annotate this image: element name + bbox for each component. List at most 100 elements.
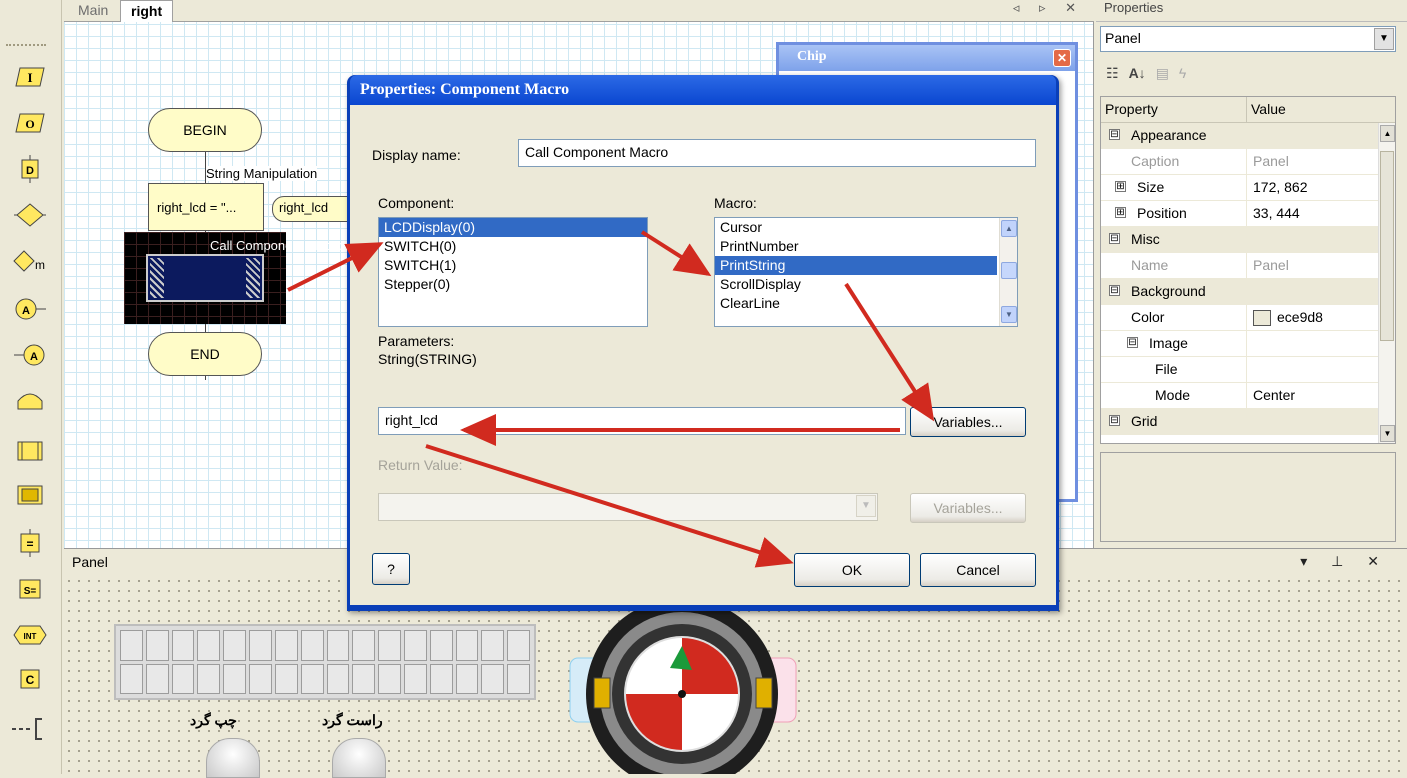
loop-icon[interactable]	[8, 386, 52, 416]
scroll-down-icon[interactable]: ▼	[1380, 425, 1395, 442]
scroll-down-icon[interactable]: ▼	[1001, 306, 1017, 323]
c-code-icon[interactable]: C	[8, 664, 52, 694]
component-list[interactable]: LCDDisplay(0) SWITCH(0) SWITCH(1) Stepper(0…	[378, 217, 648, 327]
macro-list-item[interactable]: ClearLine	[715, 294, 997, 313]
scroll-up-icon[interactable]: ▲	[1380, 125, 1395, 142]
macro-list-item[interactable]: PrintString	[715, 256, 997, 275]
display-name-field[interactable]: Call Component Macro	[518, 139, 1036, 167]
delay-icon[interactable]: D	[8, 154, 52, 184]
svg-text:O: O	[25, 117, 34, 131]
property-row[interactable]: Mode Center	[1101, 383, 1395, 409]
parameter-input[interactable]: right_lcd	[378, 407, 906, 435]
expander-icon[interactable]: ⊞	[1115, 207, 1126, 218]
property-value[interactable]	[1247, 331, 1395, 356]
input-icon[interactable]: I	[8, 62, 52, 92]
string-manipulation-block[interactable]: right_lcd = "...	[148, 183, 264, 231]
help-button[interactable]: ?	[372, 553, 410, 585]
jump-icon[interactable]: A	[8, 340, 52, 370]
property-row[interactable]: ⊟ Image	[1101, 331, 1395, 357]
expander-icon[interactable]: ⊞	[1115, 181, 1126, 192]
output-icon[interactable]: O	[8, 108, 52, 138]
expander-icon[interactable]: ⊟	[1109, 233, 1120, 244]
chip-window-title[interactable]: Chip	[779, 45, 1075, 71]
comment-icon[interactable]	[8, 714, 52, 744]
component-macro-icon[interactable]	[8, 436, 52, 466]
dialog-title[interactable]: Properties: Component Macro	[350, 75, 1056, 105]
property-value[interactable]: Panel	[1247, 149, 1395, 174]
property-value[interactable]: 172, 862	[1247, 175, 1395, 200]
left-switch-button[interactable]	[206, 738, 260, 778]
alphabetical-icon[interactable]: A↓	[1129, 65, 1146, 81]
property-category[interactable]: ⊟ Grid	[1101, 409, 1395, 435]
property-category[interactable]: ⊟ Appearance	[1101, 123, 1395, 149]
property-value[interactable]: 33, 444	[1247, 201, 1395, 226]
expander-icon[interactable]: ⊟	[1109, 285, 1120, 296]
macro-icon[interactable]	[8, 480, 52, 510]
end-terminal[interactable]: END	[148, 332, 262, 376]
property-value[interactable]	[1247, 357, 1395, 382]
property-row[interactable]: ⊞ Size 172, 862	[1101, 175, 1395, 201]
categorized-icon[interactable]: ☷	[1106, 65, 1119, 82]
property-row[interactable]: ⊞ Position 33, 444	[1101, 201, 1395, 227]
events-icon[interactable]: ϟ	[1179, 65, 1186, 81]
property-row[interactable]: Caption Panel	[1101, 149, 1395, 175]
expander-icon[interactable]: ⊟	[1109, 415, 1120, 426]
component-list-item[interactable]: SWITCH(1)	[379, 256, 647, 275]
begin-terminal[interactable]: BEGIN	[148, 108, 262, 152]
icon-toolbar: I O D m A A = S= INT C	[0, 0, 62, 774]
calculation-icon[interactable]: =	[8, 528, 52, 558]
tab-main[interactable]: Main	[68, 0, 118, 22]
property-category[interactable]: ⊟ Background	[1101, 279, 1395, 305]
property-row[interactable]: File	[1101, 357, 1395, 383]
expander-icon[interactable]: ⊟	[1127, 337, 1138, 348]
connection-point-icon[interactable]: A	[8, 294, 52, 324]
property-row[interactable]: Name Panel	[1101, 253, 1395, 279]
scroll-thumb[interactable]	[1001, 262, 1017, 279]
property-rows: ⊟ Appearance Caption Panel ⊞ Size 172, 862 ⊞ Pos…	[1101, 123, 1395, 435]
string-manipulation-text: right_lcd = "...	[157, 200, 237, 215]
property-value[interactable]: Center	[1247, 383, 1395, 408]
interrupt-icon[interactable]: INT	[8, 620, 52, 650]
variables-button[interactable]: Variables...	[910, 407, 1026, 437]
canvas-window-buttons[interactable]: ◃ ▹ ✕	[1013, 0, 1084, 16]
panel-window-buttons[interactable]: ▾ ⊥ ✕	[1300, 553, 1389, 570]
value-column-header[interactable]: Value	[1247, 97, 1290, 122]
chip-close-button[interactable]: ✕	[1053, 49, 1071, 67]
decision-icon[interactable]	[8, 200, 52, 230]
property-row[interactable]: Color ece9d8	[1101, 305, 1395, 331]
property-name: Name	[1101, 253, 1247, 278]
component-list-item[interactable]: LCDDisplay(0)	[379, 218, 647, 237]
property-value[interactable]: ece9d8	[1247, 305, 1395, 330]
svg-text:D: D	[26, 165, 34, 177]
property-grid-scrollbar[interactable]: ▲ ▼	[1378, 123, 1395, 443]
expander-icon[interactable]: ⊟	[1109, 129, 1120, 140]
ok-button[interactable]: OK	[794, 553, 910, 587]
switch-icon[interactable]: m	[8, 246, 52, 276]
chevron-down-icon[interactable]: ▼	[1374, 28, 1394, 50]
tab-right[interactable]: right	[120, 0, 174, 22]
macro-list-scrollbar[interactable]: ▲ ▼	[999, 218, 1017, 326]
stepper-motor[interactable]	[564, 598, 804, 774]
property-value[interactable]: Panel	[1247, 253, 1395, 278]
string-manipulation-icon[interactable]: S=	[8, 574, 52, 604]
component-list-item[interactable]: SWITCH(0)	[379, 237, 647, 256]
property-pages-icon[interactable]: ▤	[1156, 65, 1169, 82]
macro-list-item[interactable]: ScrollDisplay	[715, 275, 997, 294]
macro-list-item[interactable]: PrintNumber	[715, 237, 997, 256]
return-variables-button: Variables...	[910, 493, 1026, 523]
lcd-display[interactable]	[114, 624, 536, 700]
object-selector[interactable]: Panel ▼	[1100, 26, 1396, 52]
component-list-item[interactable]: Stepper(0)	[379, 275, 647, 294]
component-label: Component:	[378, 195, 455, 211]
macro-list[interactable]: Cursor PrintNumber PrintString ScrollDispla…	[714, 217, 1018, 327]
scroll-up-icon[interactable]: ▲	[1001, 220, 1017, 237]
macro-list-item[interactable]: Cursor	[715, 218, 997, 237]
property-column-header[interactable]: Property	[1101, 97, 1247, 122]
input-block[interactable]: right_lcd	[272, 196, 352, 222]
property-category[interactable]: ⊟ Misc	[1101, 227, 1395, 253]
scroll-thumb[interactable]	[1380, 151, 1394, 341]
right-switch-button[interactable]	[332, 738, 386, 778]
right-switch-label: راست گرد	[322, 712, 383, 728]
cancel-button[interactable]: Cancel	[920, 553, 1036, 587]
toolbar-grip[interactable]	[6, 44, 46, 48]
